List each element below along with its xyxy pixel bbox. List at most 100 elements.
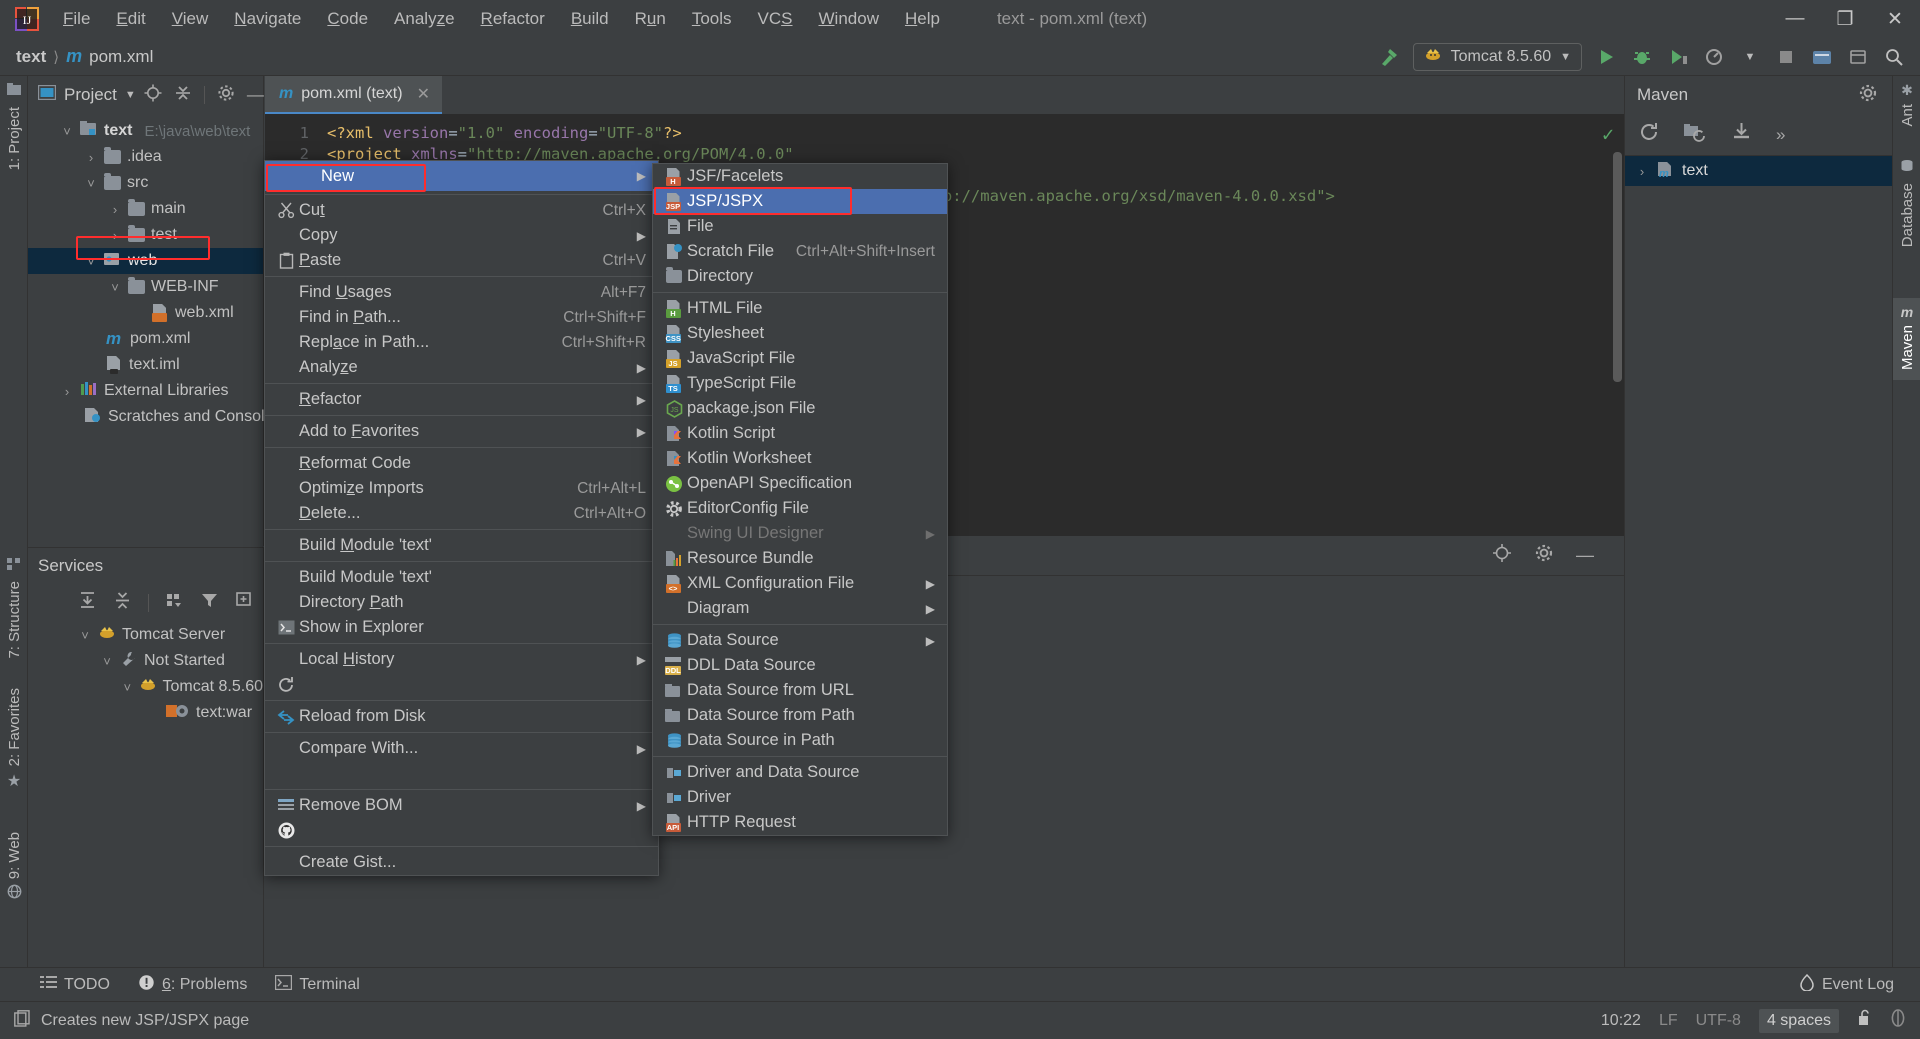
chevron-down-icon[interactable]: ▼ (1560, 51, 1571, 63)
add-service-icon[interactable] (235, 591, 254, 615)
menu-window[interactable]: Window (806, 5, 892, 33)
submenu-item-http-request[interactable]: API HTTP Request (653, 810, 947, 835)
project-settings-gear-icon[interactable] (217, 84, 235, 107)
inspection-ok-icon[interactable]: ✓ (1602, 122, 1614, 146)
sidebar-item-structure[interactable]: 7: Structure (6, 581, 23, 659)
search-everywhere-icon[interactable] (1876, 41, 1912, 73)
menu-tools[interactable]: Tools (679, 5, 745, 33)
status-indent[interactable]: 4 spaces (1758, 1008, 1839, 1033)
menu-analyze[interactable]: Analyze (381, 5, 468, 33)
menu-item-diagrams[interactable]: Remove BOM ▶ (265, 793, 658, 818)
maximize-button[interactable]: ❐ (1820, 0, 1870, 38)
submenu-item-stylesheet[interactable]: CSS Stylesheet (653, 321, 947, 346)
reload-all-projects-icon[interactable] (1639, 122, 1660, 148)
menu-item-remove-bom[interactable] (265, 761, 658, 786)
tree-item-text[interactable]: ˅ text E:\java\web\text (28, 118, 263, 144)
chevron-right-icon[interactable]: › (60, 384, 74, 399)
profiler-button[interactable] (1696, 41, 1732, 73)
lock-open-icon[interactable] (1857, 1009, 1872, 1032)
submenu-item-jsf-facelets[interactable]: H JSF/Facelets (653, 164, 947, 189)
submenu-item-package-json[interactable]: JS package.json File (653, 396, 947, 421)
menu-item-paste[interactable]: Paste Ctrl+V (265, 248, 658, 273)
submenu-item-editorconfig-file[interactable]: EditorConfig File (653, 496, 947, 521)
tree-item-textiml[interactable]: text.iml (28, 352, 263, 378)
submenu-item-data-source[interactable]: Data Source ▶ (653, 628, 947, 653)
minimize-button[interactable]: — (1770, 0, 1820, 38)
services-target-icon[interactable] (1492, 543, 1512, 568)
scroll-from-source-icon[interactable] (144, 84, 162, 107)
build-hammer-icon[interactable] (1371, 41, 1407, 73)
sidebar-item-database[interactable]: Database (1899, 183, 1916, 247)
menu-item-mark-directory-as[interactable]: Compare With... ▶ (265, 736, 658, 761)
submenu-item-html-file[interactable]: H HTML File (653, 296, 947, 321)
tree-item-webxml[interactable]: web.xml (28, 300, 263, 326)
submenu-item-file[interactable]: File (653, 214, 947, 239)
submenu-item-jsp-jspx[interactable]: JSP JSP/JSPX (653, 189, 947, 214)
menu-item-reload-from-disk[interactable] (265, 672, 658, 697)
submenu-item-ddl-data-source[interactable]: DDL DDL Data Source (653, 653, 947, 678)
menu-item-add-to-favorites[interactable]: Add to Favorites ▶ (265, 419, 658, 444)
chevron-right-icon[interactable]: › (84, 150, 98, 165)
tree-item-src[interactable]: ˅ src (28, 170, 263, 196)
debug-button[interactable] (1624, 41, 1660, 73)
tree-item-external-libraries[interactable]: › External Libraries (28, 378, 263, 404)
close-icon[interactable]: ✕ (417, 84, 430, 104)
tree-item-main[interactable]: › main (28, 196, 263, 222)
submenu-item-data-source-in-path[interactable]: Data Source in Path (653, 728, 947, 753)
breadcrumb-file[interactable]: pom.xml (89, 47, 153, 67)
service-item-tomcat-server[interactable]: ˅ Tomcat Server (28, 622, 263, 648)
service-item-tomcat-version[interactable]: ˅ Tomcat 8.5.60 (28, 674, 263, 700)
expand-all-icon[interactable] (78, 591, 97, 615)
menu-item-analyze[interactable]: Analyze ▶ (265, 355, 658, 380)
menu-edit[interactable]: Edit (103, 5, 158, 33)
menu-item-replace-in-path[interactable]: Replace in Path... Ctrl+Shift+R (265, 330, 658, 355)
submenu-item-data-source-from-path[interactable]: Data Source from Path (653, 703, 947, 728)
submenu-item-xml-configuration-file[interactable]: <> XML Configuration File ▶ (653, 571, 947, 596)
status-encoding[interactable]: UTF-8 (1696, 1012, 1741, 1030)
sidebar-item-project[interactable]: 1: Project (6, 107, 23, 170)
menu-item-refactor[interactable]: Refactor ▶ (265, 387, 658, 412)
menu-item-compare-with[interactable]: Reload from Disk (265, 704, 658, 729)
maven-toolbar-overflow-icon[interactable]: » (1776, 125, 1785, 145)
menu-item-copy[interactable]: Copy ▶ (265, 223, 658, 248)
chevron-down-icon[interactable]: ˅ (84, 254, 98, 269)
breadcrumb[interactable]: text ⟩ m pom.xml (0, 46, 153, 67)
menu-navigate[interactable]: Navigate (221, 5, 314, 33)
submenu-item-kotlin-script[interactable]: Kotlin Script (653, 421, 947, 446)
download-sources-icon[interactable] (1731, 122, 1752, 148)
submenu-item-scratch-file[interactable]: Scratch File Ctrl+Alt+Shift+Insert (653, 239, 947, 264)
menu-item-delete[interactable]: Delete... Ctrl+Alt+O (265, 501, 658, 526)
submenu-item-data-source-from-url[interactable]: Data Source from URL (653, 678, 947, 703)
filter-icon[interactable] (200, 591, 219, 615)
menu-refactor[interactable]: Refactor (468, 5, 558, 33)
sidebar-item-web[interactable]: 9: Web (6, 832, 23, 879)
run-button[interactable] (1588, 41, 1624, 73)
hide-panel-icon[interactable]: — (247, 85, 264, 105)
menu-item-build-module[interactable]: Build Module 'text' (265, 533, 658, 558)
services-hide-icon[interactable]: — (1576, 545, 1594, 566)
sidebar-item-ant[interactable]: Ant (1899, 104, 1916, 127)
submenu-item-diagram[interactable]: Diagram ▶ (653, 596, 947, 621)
service-item-not-started[interactable]: ˅ Not Started (28, 648, 263, 674)
chevron-down-icon[interactable]: ˅ (100, 654, 114, 669)
submenu-item-javascript-file[interactable]: JS JavaScript File (653, 346, 947, 371)
run-configuration-selector[interactable]: Tomcat 8.5.60 ▼ (1412, 43, 1582, 71)
tree-item-pomxml[interactable]: m pom.xml (28, 326, 263, 352)
update-app-icon[interactable] (1804, 41, 1840, 73)
submenu-item-kotlin-worksheet[interactable]: Kotlin Worksheet (653, 446, 947, 471)
menu-item-open-in-terminal[interactable]: Show in Explorer (265, 615, 658, 640)
submenu-item-resource-bundle[interactable]: Resource Bundle (653, 546, 947, 571)
menu-item-local-history[interactable]: Local History ▶ (265, 647, 658, 672)
service-item-textwar[interactable]: text:war (28, 700, 263, 726)
menu-code[interactable]: Code (314, 5, 381, 33)
collapse-all-icon[interactable] (174, 84, 192, 107)
submenu-item-directory[interactable]: Directory (653, 264, 947, 289)
group-by-icon[interactable] (165, 591, 184, 615)
status-line-separator[interactable]: LF (1659, 1012, 1678, 1030)
bottom-button-event-log[interactable]: Event Log (1785, 973, 1920, 996)
menu-item-directory-path[interactable]: Directory Path (265, 590, 658, 615)
editor-scrollbar[interactable] (1613, 152, 1622, 382)
services-tree[interactable]: ˅ Tomcat Server ˅ Not Started ˅ Tomcat 8… (28, 622, 263, 726)
submenu-item-typescript-file[interactable]: TS TypeScript File (653, 371, 947, 396)
menu-item-reformat-code[interactable]: Reformat Code (265, 451, 658, 476)
